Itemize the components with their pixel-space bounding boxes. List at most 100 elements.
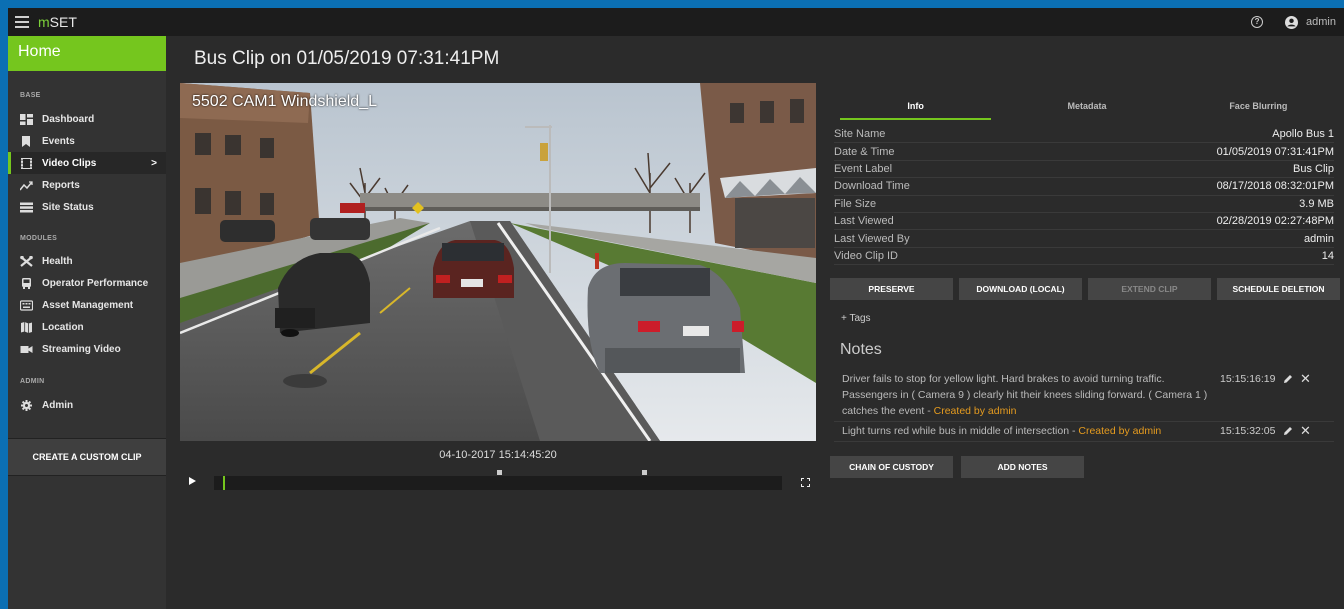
- sidebar-item-label: Dashboard: [42, 113, 95, 125]
- help-icon[interactable]: ?: [1251, 16, 1264, 28]
- info-key: Download Time: [834, 180, 910, 193]
- sidebar-item-label: Site Status: [42, 201, 94, 213]
- info-row: Last Viewed 02/28/2019 02:27:48PM: [834, 213, 1334, 231]
- add-notes-button[interactable]: ADD NOTES: [961, 456, 1084, 478]
- download-local-button[interactable]: DOWNLOAD (LOCAL): [959, 278, 1082, 300]
- app-frame: mSET ? admin Home BASE Dashboard Events …: [8, 8, 1344, 609]
- sidebar-item-label: Streaming Video: [42, 343, 121, 355]
- info-value: 3.9 MB: [1299, 197, 1334, 210]
- video-player[interactable]: 5502 CAM1 Windshield_L: [180, 83, 816, 441]
- username[interactable]: admin: [1306, 16, 1336, 28]
- info-row: Date & Time 01/05/2019 07:31:41PM: [834, 143, 1334, 161]
- info-row: Event Label Bus Clip: [834, 161, 1334, 179]
- car-right: [587, 263, 745, 373]
- note-time[interactable]: 15:15:16:19: [1220, 371, 1275, 387]
- info-key: Last Viewed: [834, 215, 894, 228]
- chevron-right-icon: >: [151, 157, 157, 169]
- keyboard-icon: [20, 299, 33, 311]
- info-value: 08/17/2018 08:32:01PM: [1216, 180, 1334, 193]
- pencil-icon[interactable]: [1283, 374, 1293, 384]
- add-tags-link[interactable]: + Tags: [841, 313, 871, 324]
- page-title: Bus Clip on 01/05/2019 07:31:41PM: [194, 48, 500, 69]
- tab-face-blurring[interactable]: Face Blurring: [1173, 88, 1344, 120]
- menu-icon[interactable]: [15, 16, 29, 28]
- fullscreen-icon[interactable]: [801, 478, 810, 487]
- info-value: 14: [1321, 249, 1334, 262]
- sidebar-item-label: Asset Management: [42, 299, 134, 311]
- sidebar-item-streaming-video[interactable]: Streaming Video: [8, 338, 166, 360]
- play-icon[interactable]: [189, 477, 196, 485]
- info-key: Event Label: [834, 162, 893, 175]
- sidebar-item-reports[interactable]: Reports: [8, 174, 166, 196]
- app-logo: mSET: [38, 14, 77, 30]
- sidebar-item-health[interactable]: Health: [8, 250, 166, 272]
- sidebar-item-events[interactable]: Events: [8, 130, 166, 152]
- home-header[interactable]: Home: [8, 36, 166, 71]
- notes-list: Driver fails to stop for yellow light. H…: [834, 370, 1334, 442]
- timeline-scrubber[interactable]: [214, 470, 782, 490]
- sidebar-item-admin[interactable]: Admin: [8, 394, 166, 416]
- info-key: Last Viewed By: [834, 232, 910, 245]
- schedule-deletion-button[interactable]: SCHEDULE DELETION: [1217, 278, 1340, 300]
- sidebar-item-label: Admin: [42, 399, 74, 411]
- note-item: Light turns red while bus in middle of i…: [834, 422, 1334, 442]
- info-key: Site Name: [834, 128, 886, 141]
- car-center: [433, 240, 514, 298]
- list-icon: [20, 202, 33, 212]
- note-marker[interactable]: [642, 470, 647, 475]
- info-value: 02/28/2019 02:27:48PM: [1216, 215, 1334, 228]
- sidebar: Home BASE Dashboard Events Video Clips >…: [8, 36, 166, 609]
- sidebar-item-label: Health: [42, 255, 73, 267]
- section-base: BASE: [20, 92, 41, 99]
- tab-metadata[interactable]: Metadata: [1001, 88, 1172, 120]
- info-row: Site Name Apollo Bus 1: [834, 126, 1334, 144]
- info-value: 01/05/2019 07:31:41PM: [1216, 145, 1334, 158]
- detail-tabs: Info Metadata Face Blurring: [830, 88, 1344, 120]
- notes-actions: CHAIN OF CUSTODY ADD NOTES: [830, 456, 1084, 478]
- film-icon: [21, 157, 32, 169]
- preserve-button[interactable]: PRESERVE: [830, 278, 953, 300]
- info-row: Download Time 08/17/2018 08:32:01PM: [834, 178, 1334, 196]
- close-icon[interactable]: ✕: [1300, 371, 1311, 387]
- videocam-icon: [20, 345, 33, 353]
- sidebar-item-site-status[interactable]: Site Status: [8, 196, 166, 218]
- user-icon[interactable]: [1285, 15, 1299, 29]
- video-frame: [180, 83, 816, 441]
- video-timestamp: 04-10-2017 15:14:45:20: [439, 449, 557, 461]
- player-controls: [180, 470, 816, 493]
- sidebar-item-operator-performance[interactable]: Operator Performance: [8, 272, 166, 294]
- playhead[interactable]: [223, 476, 225, 490]
- sidebar-item-dashboard[interactable]: Dashboard: [8, 108, 166, 130]
- sidebar-item-video-clips[interactable]: Video Clips >: [8, 152, 166, 174]
- extend-clip-button[interactable]: EXTEND CLIP: [1088, 278, 1211, 300]
- note-text: Driver fails to stop for yellow light. H…: [842, 373, 1208, 417]
- map-icon: [21, 321, 32, 333]
- top-bar: mSET ? admin: [8, 8, 1344, 36]
- info-value: admin: [1304, 232, 1334, 245]
- sidebar-item-asset-management[interactable]: Asset Management: [8, 294, 166, 316]
- note-item: Driver fails to stop for yellow light. H…: [834, 370, 1334, 422]
- top-bar-actions: ? admin: [1251, 8, 1336, 36]
- pencil-icon[interactable]: [1283, 426, 1293, 436]
- trend-icon: [20, 180, 33, 190]
- info-row: Last Viewed By admin: [834, 230, 1334, 248]
- sidebar-item-label: Operator Performance: [42, 277, 149, 289]
- note-text: Light turns red while bus in middle of i…: [842, 425, 1162, 437]
- create-custom-clip-button[interactable]: CREATE A CUSTOM CLIP: [8, 438, 166, 476]
- info-row: File Size 3.9 MB: [834, 196, 1334, 213]
- tab-info[interactable]: Info: [830, 88, 1001, 120]
- close-icon[interactable]: ✕: [1300, 423, 1311, 439]
- dashboard-icon: [20, 113, 33, 125]
- info-key: File Size: [834, 197, 877, 210]
- section-modules: MODULES: [20, 235, 58, 242]
- note-time[interactable]: 15:15:32:05: [1220, 423, 1275, 439]
- note-marker[interactable]: [497, 470, 502, 475]
- sidebar-item-label: Events: [42, 135, 75, 147]
- camera-label: 5502 CAM1 Windshield_L: [192, 93, 377, 110]
- note-author: Created by admin: [933, 405, 1017, 417]
- chain-of-custody-button[interactable]: CHAIN OF CUSTODY: [830, 456, 953, 478]
- section-admin: ADMIN: [20, 378, 45, 385]
- notes-heading: Notes: [840, 341, 882, 358]
- sidebar-item-label: Video Clips: [42, 157, 97, 169]
- sidebar-item-location[interactable]: Location: [8, 316, 166, 338]
